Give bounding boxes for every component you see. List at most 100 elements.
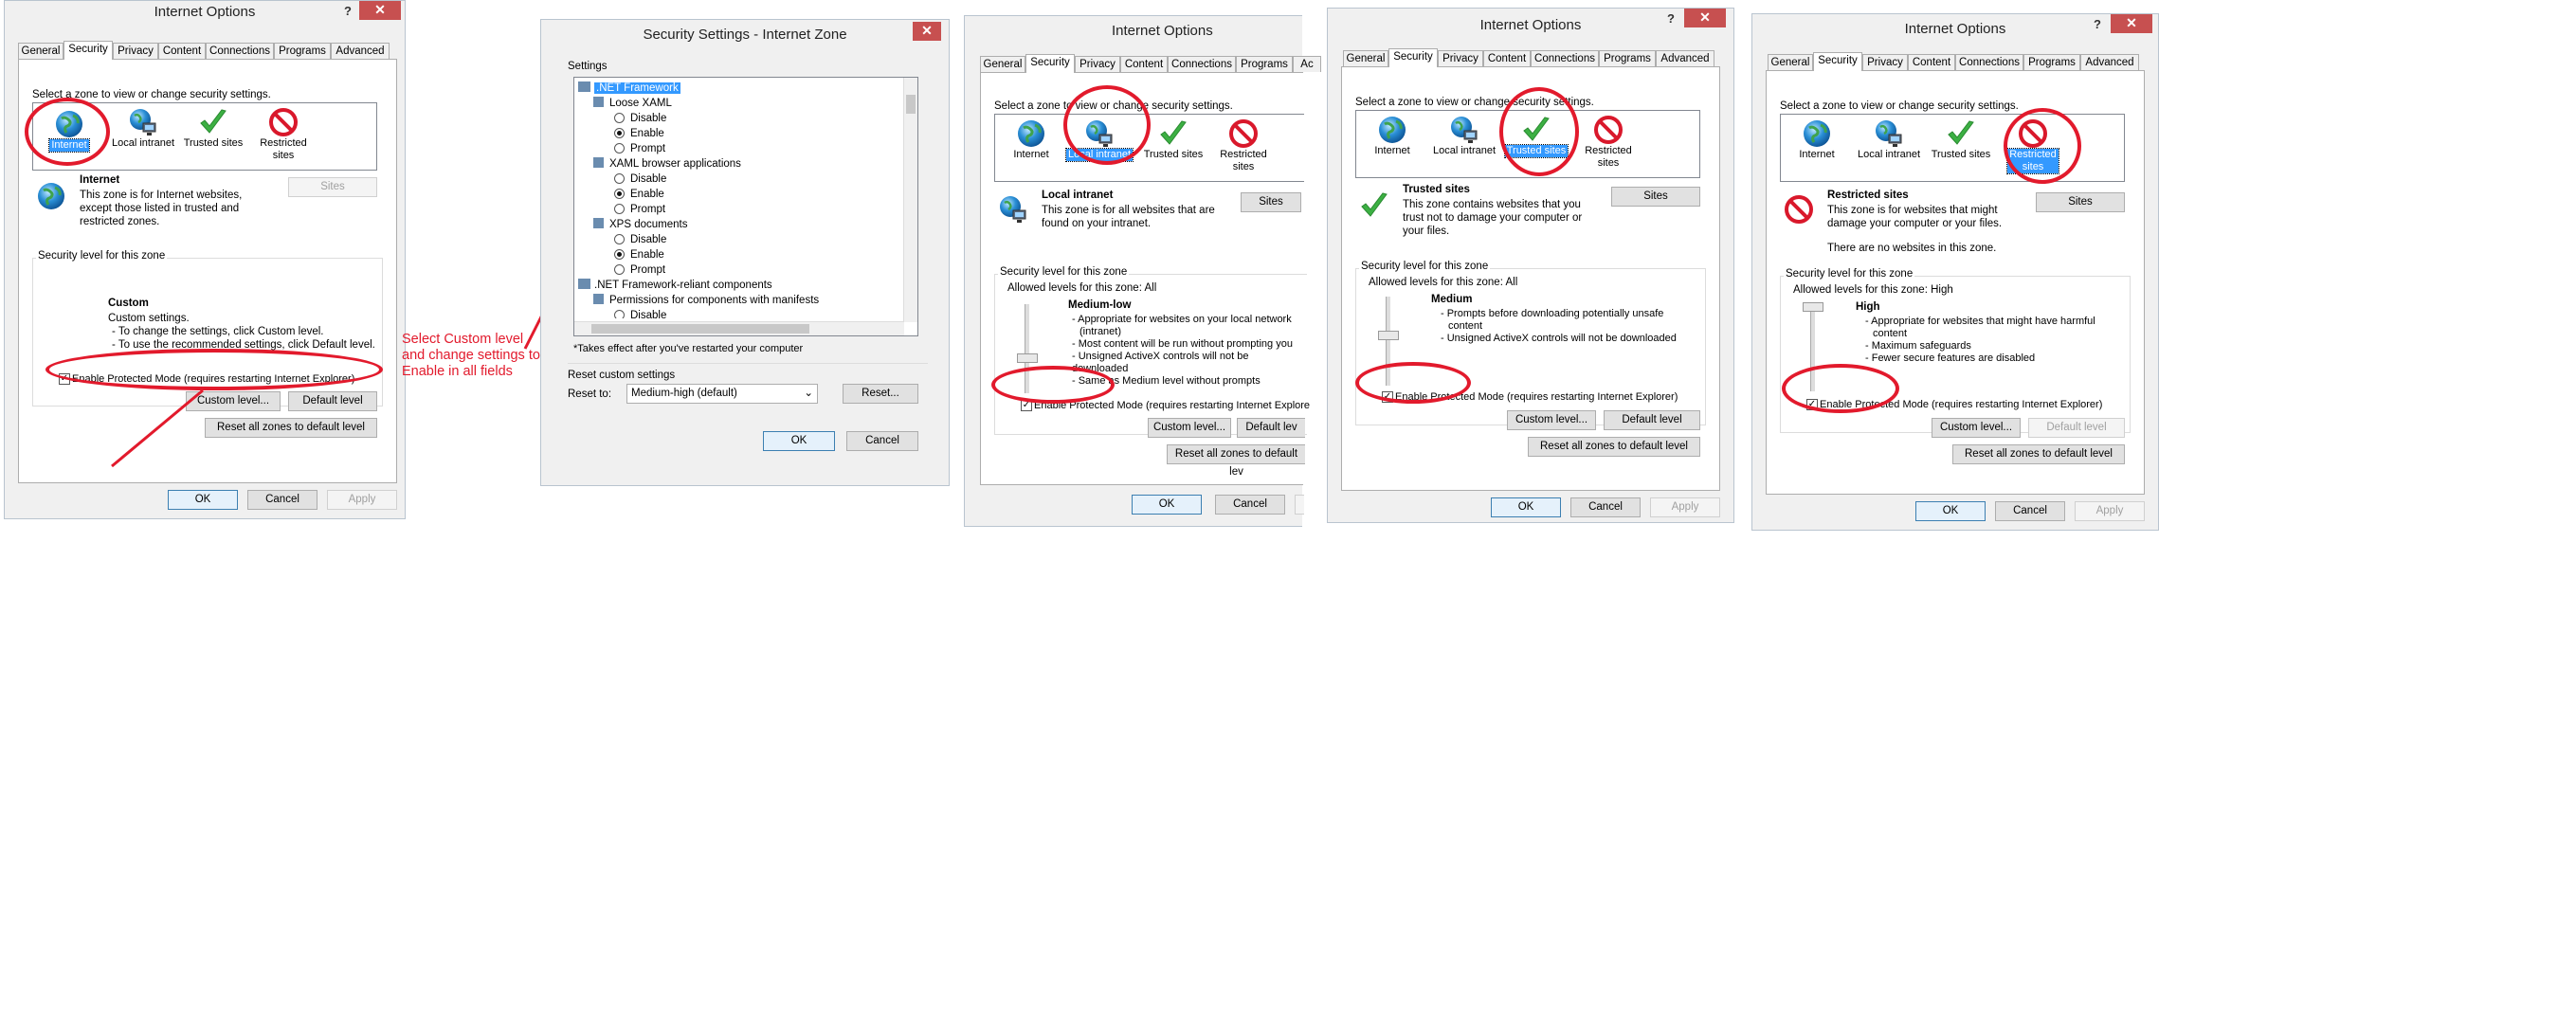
reset-all-zones-button[interactable]: Reset all zones to default level [1952,444,2125,464]
tab-content[interactable]: Content [1908,54,1955,70]
tab-content[interactable]: Content [158,43,206,59]
radio-button[interactable] [614,249,625,260]
zone-trusted-sites[interactable]: Trusted sites [175,107,251,150]
tab-programs[interactable]: Programs [274,43,331,59]
sites-button[interactable]: Sites [1611,187,1700,207]
tab-programs[interactable]: Programs [2023,54,2080,70]
horizontal-scrollbar[interactable] [574,321,904,335]
close-button[interactable]: ✕ [359,1,401,20]
radio-option[interactable]: Prompt [614,263,665,277]
slider-thumb[interactable] [1378,331,1399,340]
tab-connections[interactable]: Connections [206,43,274,59]
cancel-button[interactable]: Cancel [1995,501,2065,521]
tab-advanced[interactable]: Advanced [2080,54,2139,70]
ok-button[interactable]: OK [1132,495,1202,515]
tab-security[interactable]: Security [63,41,113,60]
tab-advanced[interactable]: Ac [1293,56,1321,72]
radio-option[interactable]: Prompt [614,142,665,155]
tab-general[interactable]: General [18,43,63,59]
help-button[interactable]: ? [1667,11,1675,26]
tab-privacy[interactable]: Privacy [1075,56,1120,72]
cancel-button[interactable]: Cancel [1570,497,1641,517]
close-button[interactable]: ✕ [1684,9,1726,27]
zone-internet[interactable]: Internet [1354,115,1430,157]
tab-advanced[interactable]: Advanced [1656,50,1714,66]
radio-option[interactable]: Disable [614,112,666,125]
custom-level-button[interactable]: Custom level... [1932,418,2021,438]
ok-button[interactable]: OK [1915,501,1986,521]
default-level-button[interactable]: Default level [2028,418,2125,438]
tab-connections[interactable]: Connections [1531,50,1599,66]
radio-button[interactable] [614,204,625,214]
zone-restricted-sites[interactable]: Restricted sites [245,107,321,162]
tab-connections[interactable]: Connections [1168,56,1236,72]
zone-local-intranet[interactable]: Local intranet [105,107,181,150]
tree-node[interactable]: XAML browser applications [593,157,741,171]
zone-local-intranet[interactable]: Local intranet [1426,115,1502,157]
cancel-button[interactable]: Cancel [1215,495,1285,515]
zone-restricted-sites[interactable]: Restricted sites [1206,118,1281,173]
reset-button[interactable]: Reset... [843,384,918,404]
radio-option[interactable]: Prompt [614,203,665,216]
tab-privacy[interactable]: Privacy [113,43,158,59]
tree-node[interactable]: .NET Framework-reliant components [578,279,772,292]
tab-content[interactable]: Content [1120,56,1168,72]
sites-button[interactable]: Sites [2036,192,2125,212]
zone-trusted-sites[interactable]: Trusted sites [1923,118,1999,161]
radio-button[interactable] [614,234,625,244]
radio-option[interactable]: Enable [614,248,664,262]
tab-security[interactable]: Security [1025,54,1075,73]
scroll-thumb[interactable] [906,95,916,114]
help-button[interactable]: ? [344,4,352,18]
radio-button[interactable] [614,128,625,138]
custom-level-button[interactable]: Custom level... [1148,418,1231,438]
radio-button[interactable] [614,310,625,318]
tree-node[interactable]: Loose XAML [593,97,672,110]
custom-level-button[interactable]: Custom level... [1507,410,1596,430]
reset-to-dropdown[interactable]: Medium-high (default) ⌄ [626,384,818,404]
radio-button[interactable] [614,264,625,275]
tab-programs[interactable]: Programs [1599,50,1656,66]
ok-button[interactable]: OK [763,431,835,451]
tab-general[interactable]: General [1768,54,1813,70]
tree-node-net-framework[interactable]: .NET Framework [578,81,680,95]
apply-button[interactable]: Apply [1650,497,1720,517]
default-level-button[interactable]: Default level [1604,410,1700,430]
default-level-button[interactable]: Default lev [1237,418,1305,438]
help-button[interactable]: ? [2094,17,2101,31]
zone-internet[interactable]: Internet [1779,118,1855,161]
reset-all-zones-button[interactable]: Reset all zones to default lev [1167,444,1305,478]
radio-button[interactable] [614,113,625,123]
zone-local-intranet[interactable]: Local intranet [1851,118,1927,161]
radio-option[interactable]: Enable [614,127,664,140]
cancel-button[interactable]: Cancel [247,490,317,510]
tab-privacy[interactable]: Privacy [1862,54,1908,70]
radio-button[interactable] [614,143,625,154]
radio-option[interactable]: Disable [614,172,666,186]
default-level-button[interactable]: Default level [288,391,377,411]
radio-option[interactable]: Disable [614,309,666,318]
reset-all-zones-button[interactable]: Reset all zones to default level [205,418,377,438]
tree-node[interactable]: XPS documents [593,218,687,231]
tree-node[interactable]: Permissions for components with manifest… [593,294,819,307]
apply-button[interactable]: Apply [327,490,397,510]
tab-privacy[interactable]: Privacy [1438,50,1483,66]
close-button[interactable]: ✕ [2111,14,2152,33]
tab-content[interactable]: Content [1483,50,1531,66]
tab-general[interactable]: General [1343,50,1388,66]
settings-tree[interactable]: .NET Framework Loose XAML Disable Enable… [573,77,918,336]
apply-button[interactable] [1295,495,1304,515]
tab-connections[interactable]: Connections [1955,54,2023,70]
tab-general[interactable]: General [980,56,1025,72]
ok-button[interactable]: OK [168,490,238,510]
zone-restricted-sites[interactable]: Restricted sites [1570,115,1646,170]
slider-thumb[interactable] [1803,302,1823,312]
reset-all-zones-button[interactable]: Reset all zones to default level [1528,437,1700,457]
cancel-button[interactable]: Cancel [846,431,918,451]
close-button[interactable]: ✕ [913,22,941,41]
radio-button[interactable] [614,173,625,184]
sites-button[interactable]: Sites [288,177,377,197]
ok-button[interactable]: OK [1491,497,1561,517]
vertical-scrollbar[interactable] [903,78,917,322]
sites-button[interactable]: Sites [1241,192,1301,212]
